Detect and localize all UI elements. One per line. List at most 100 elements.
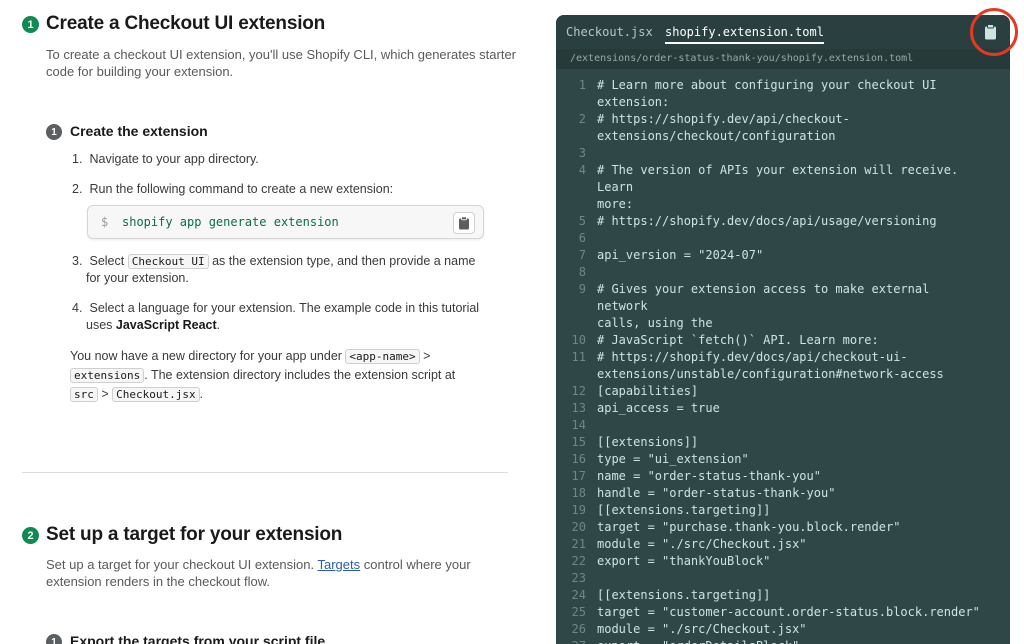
code-line: 11 # https://shopify.dev/docs/api/checkou… [556, 349, 1010, 383]
code-line: 25 target = "customer-account.order-statu… [556, 604, 1010, 621]
code-text: [capabilities] [597, 384, 699, 398]
code-line: 26 module = "./src/Checkout.jsx" [556, 621, 1010, 638]
tutorial-content: 1 Create a Checkout UI extension To crea… [0, 0, 530, 644]
line-number: 22 [571, 554, 586, 568]
highlight-circle [970, 8, 1018, 56]
code-line: 15 [[extensions]] [556, 434, 1010, 451]
line-number: 20 [571, 520, 586, 534]
line-number: 9 [578, 282, 586, 296]
line-number: 14 [571, 418, 586, 432]
code-line: 6 [556, 230, 1010, 247]
code-text: api_version = "2024-07" [597, 248, 764, 262]
code-text: # Gives your extension access to make ex… [597, 282, 930, 330]
code-text: name = "order-status-thank-you" [597, 469, 821, 483]
file-path-bar: /extensions/order-status-thank-you/shopi… [556, 49, 1010, 69]
prompt-symbol: $ [101, 215, 109, 229]
line-number: 18 [571, 486, 586, 500]
line-number: 5 [578, 214, 586, 228]
line-number: 15 [571, 435, 586, 449]
line-number: 25 [571, 605, 586, 619]
line-number: 21 [571, 537, 586, 551]
code-line: 1 # Learn more about configuring your che… [556, 77, 1010, 111]
code-text: # The version of APIs your extension wil… [597, 163, 959, 211]
code-text: # https://shopify.dev/docs/api/usage/ver… [597, 214, 937, 228]
code-line: 3 [556, 145, 1010, 162]
code-line: 2 # https://shopify.dev/api/checkout- ext… [556, 111, 1010, 145]
code-line: 19 [[extensions.targeting]] [556, 502, 1010, 519]
file-tabs: Checkout.jsx shopify.extension.toml [556, 15, 1010, 49]
code-viewer: Checkout.jsx shopify.extension.toml /ext… [556, 15, 1010, 644]
substep-1-title: Create the extension [70, 123, 208, 139]
code-text: [[extensions]] [597, 435, 699, 449]
code-text: [[extensions.targeting]] [597, 503, 771, 517]
code-text: type = "ui_extension" [597, 452, 749, 466]
code-text: export = "orderDetailsBlock" [586, 638, 986, 644]
line-number: 19 [571, 503, 586, 517]
code-line: 18 handle = "order-status-thank-you" [556, 485, 1010, 502]
line-number: 13 [571, 401, 586, 415]
code-text: handle = "order-status-thank-you" [597, 486, 836, 500]
tab-shopify-extension-toml[interactable]: shopify.extension.toml [665, 25, 824, 44]
targets-link[interactable]: Targets [317, 557, 360, 572]
line-number: 12 [571, 384, 586, 398]
copy-command-button[interactable] [453, 212, 475, 234]
line-number: 1 [578, 78, 586, 92]
list-item: 3. Select Checkout UI as the extension t… [72, 254, 476, 285]
line-number: 2 [578, 112, 586, 126]
code-text: # https://shopify.dev/api/checkout- exte… [597, 112, 850, 143]
line-number: 24 [571, 588, 586, 602]
inline-code: Checkout UI [127, 254, 209, 269]
line-number: 11 [571, 350, 586, 364]
code-text: api_access = true [597, 401, 720, 415]
code-line: 22 export = "thankYouBlock" [556, 553, 1010, 570]
line-number: 10 [571, 333, 586, 347]
code-line: 21 module = "./src/Checkout.jsx" [556, 536, 1010, 553]
code-text: [[extensions.targeting]] [597, 588, 771, 602]
line-number: 16 [571, 452, 586, 466]
line-number: 8 [578, 265, 586, 279]
code-line: 9 # Gives your extension access to make e… [556, 281, 1010, 332]
line-number: 26 [571, 622, 586, 636]
code-line: 7 api_version = "2024-07" [556, 247, 1010, 264]
code-line: 12 [capabilities] [556, 383, 1010, 400]
line-number: 4 [578, 163, 586, 177]
code-line: 8 [556, 264, 1010, 281]
file-path: /extensions/order-status-thank-you/shopi… [570, 53, 914, 64]
command-text[interactable]: shopify app generate extension [122, 215, 339, 229]
code-line: 24 [[extensions.targeting]] [556, 587, 1010, 604]
code-text: # Learn more about configuring your chec… [597, 78, 937, 109]
code-line: 5 # https://shopify.dev/docs/api/usage/ve… [556, 213, 1010, 230]
tab-checkout-jsx[interactable]: Checkout.jsx [566, 25, 653, 39]
section-divider [22, 472, 508, 473]
line-number: 27 [556, 638, 586, 644]
directory-note: You now have a new directory for your ap… [70, 349, 456, 402]
section-2-intro: Set up a target for your checkout UI ext… [46, 557, 471, 589]
list-item: 2. Run the following command to create a… [72, 182, 394, 196]
substep-2-1-badge: 1 [46, 634, 62, 644]
code-line: 10 # JavaScript `fetch()` API. Learn more… [556, 332, 1010, 349]
code-line: 13 api_access = true [556, 400, 1010, 417]
substep-1-badge: 1 [46, 124, 62, 140]
code-line: 27export = "orderDetailsBlock" [556, 638, 1010, 644]
code-text: target = "purchase.thank-you.block.rende… [597, 520, 901, 534]
command-box: $ shopify app generate extension [87, 205, 484, 239]
line-number: 23 [571, 571, 586, 585]
line-number: 6 [578, 231, 586, 245]
section-2-title: Set up a target for your extension [46, 524, 343, 545]
code-text: module = "./src/Checkout.jsx" [597, 622, 807, 636]
code-line: 20 target = "purchase.thank-you.block.ren… [556, 519, 1010, 536]
substep-2-1-title: Export the targets from your script file [70, 633, 326, 644]
list-item: 1. Navigate to your app directory. [72, 152, 259, 166]
code-line: 16 type = "ui_extension" [556, 451, 1010, 468]
code-line: 17 name = "order-status-thank-you" [556, 468, 1010, 485]
line-number: 7 [578, 248, 586, 262]
line-number: 3 [578, 146, 586, 160]
code-text: # https://shopify.dev/docs/api/checkout-… [597, 350, 944, 381]
code-text: # JavaScript `fetch()` API. Learn more: [597, 333, 879, 347]
code-text: module = "./src/Checkout.jsx" [597, 537, 807, 551]
step-2-badge: 2 [22, 527, 39, 544]
